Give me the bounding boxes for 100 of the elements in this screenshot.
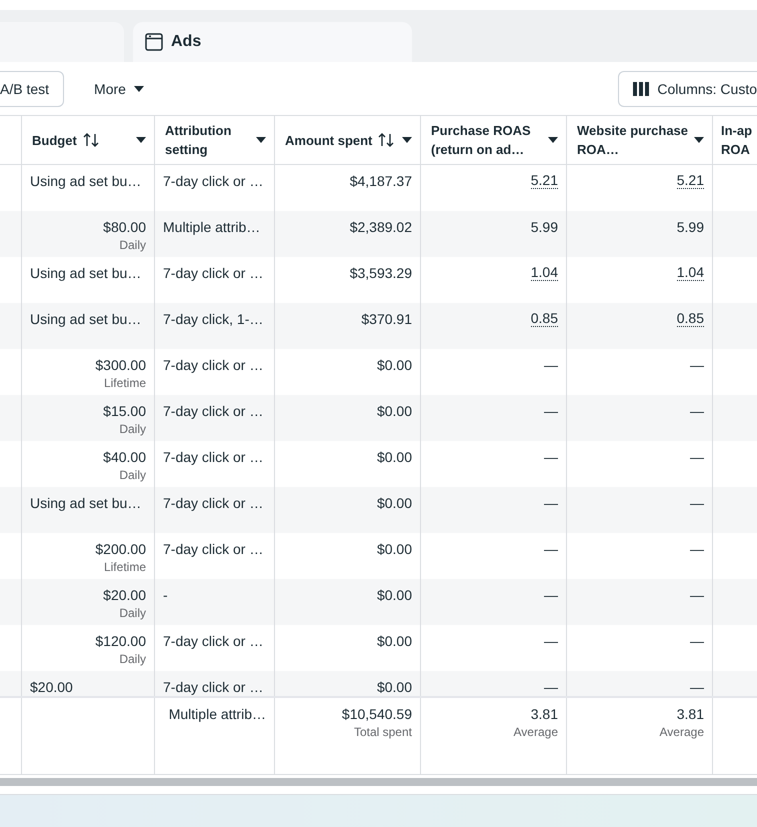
cell-value: — <box>544 356 558 374</box>
tab[interactable]: Ads <box>133 22 412 62</box>
column-title: Attribution setting <box>165 122 232 159</box>
caret-icon[interactable] <box>548 137 558 143</box>
cell-value: 7-day click or … <box>163 448 264 466</box>
cell-value: $120.00 <box>95 632 146 650</box>
cell-value: 7-day click, 1-… <box>163 310 264 328</box>
column-title: In-ap ROA <box>721 122 754 159</box>
cell-value: $0.00 <box>376 678 412 696</box>
cell-value: $370.91 <box>361 310 412 328</box>
cell-value: $0.00 <box>376 494 412 512</box>
cell-value: 7-day click or … <box>163 172 264 190</box>
columns-button[interactable]: Columns: Custo <box>618 70 757 106</box>
cell-value: $3,593.29 <box>350 264 412 282</box>
cell-value: — <box>544 586 558 604</box>
cell-value: $20.00 <box>103 586 146 604</box>
cell-value: — <box>544 632 558 650</box>
cell-value: 5.99 <box>530 218 558 236</box>
column-title: Amount spent <box>285 132 372 150</box>
cell-value: 7-day click or … <box>163 540 264 558</box>
cell-value: 1.04 <box>676 264 704 281</box>
cell-value: $0.00 <box>376 632 412 650</box>
column-header[interactable]: Amount spent <box>275 116 421 164</box>
total-label: Total spent <box>354 724 412 741</box>
cell-value: 0.85 <box>530 310 558 327</box>
caret-icon[interactable] <box>694 137 704 143</box>
sort-icon[interactable] <box>82 133 99 147</box>
cell-value: $2,389.02 <box>350 218 412 236</box>
total-label: Average <box>514 724 558 741</box>
cell-value: — <box>544 448 558 466</box>
cell-value: 5.21 <box>676 172 704 189</box>
cell-value: 5.99 <box>676 218 704 236</box>
cell-value: $20.00 <box>30 678 73 696</box>
cell-value: $0.00 <box>376 448 412 466</box>
cell-value: — <box>544 678 558 696</box>
cell-value: $15.00 <box>103 402 146 420</box>
cell-value: 5.21 <box>530 172 558 189</box>
column-header[interactable]: Purchase ROAS (return on ad… <box>421 116 567 164</box>
ab-test-button[interactable]: A/B test <box>0 70 64 106</box>
cell-value: — <box>690 402 704 420</box>
column-title: Purchase ROAS (return on ad… <box>431 122 532 159</box>
cell-value: Using ad set bu… <box>30 310 142 328</box>
cell-value: $0.00 <box>376 586 412 604</box>
cell-value: 7-day click or … <box>163 494 264 512</box>
cell-value: $0.00 <box>376 540 412 558</box>
cell-value: — <box>544 402 558 420</box>
scrollbar[interactable] <box>0 778 757 786</box>
cell-value: — <box>544 540 558 558</box>
cell-value: Using ad set bu… <box>30 172 142 190</box>
cell-value: — <box>690 356 704 374</box>
caret-icon[interactable] <box>136 137 146 143</box>
cell-value: 7-day click or … <box>163 632 264 650</box>
cell-value: $300.00 <box>95 356 146 374</box>
budget-period: Daily <box>119 467 146 484</box>
columns-icon <box>633 82 650 96</box>
total-label: Average <box>660 724 704 741</box>
cell-value: — <box>690 494 704 512</box>
cell-value: — <box>690 678 704 696</box>
caret-icon[interactable] <box>402 137 412 143</box>
cell-value: — <box>544 494 558 512</box>
budget-period: Daily <box>119 421 146 438</box>
cell-value: Multiple attrib… <box>163 218 260 236</box>
budget-period: Lifetime <box>104 375 146 392</box>
budget-period: Daily <box>119 237 146 254</box>
cell-value: 1.04 <box>530 264 558 281</box>
cell-value: Using ad set bu… <box>30 494 142 512</box>
total-value: 3.81 <box>676 705 704 723</box>
column-header[interactable]: Attribution setting <box>155 116 275 164</box>
cell-value: 7-day click or … <box>163 402 264 420</box>
cell-value: 7-day click or … <box>163 356 264 374</box>
total-value: Multiple attrib… <box>168 705 266 723</box>
window-icon <box>145 33 163 51</box>
sort-icon[interactable] <box>378 133 394 147</box>
cell-value: — <box>690 540 704 558</box>
total-value: 3.81 <box>530 705 558 723</box>
cell-value: 0.85 <box>676 310 704 327</box>
cell-value: Using ad set bu… <box>30 264 142 282</box>
cell-value: $0.00 <box>376 402 412 420</box>
cell-value: — <box>690 586 704 604</box>
cell-value: $200.00 <box>95 540 146 558</box>
budget-period: Lifetime <box>104 559 146 576</box>
cell-value: $80.00 <box>103 218 146 236</box>
caret-icon <box>134 86 144 92</box>
cell-value: $40.00 <box>103 448 146 466</box>
column-header[interactable]: Website purchase ROA… <box>567 116 713 164</box>
column-header[interactable]: In-ap ROA <box>713 116 757 164</box>
budget-period: Daily <box>119 605 146 622</box>
cell-value: $0.00 <box>376 356 412 374</box>
column-title: Budget <box>32 132 77 150</box>
cell-value: 7-day click or … <box>163 264 264 282</box>
cell-value: 7-day click or … <box>163 678 264 696</box>
cell-value: — <box>690 448 704 466</box>
cell-value: $4,187.37 <box>350 172 412 190</box>
column-header[interactable]: Budget <box>22 116 155 164</box>
cell-value: — <box>690 632 704 650</box>
budget-period: Daily <box>119 651 146 668</box>
column-title: Website purchase ROA… <box>577 122 690 159</box>
total-value: $10,540.59 <box>342 705 412 723</box>
cell-value: - <box>163 586 168 604</box>
caret-icon[interactable] <box>256 137 266 143</box>
